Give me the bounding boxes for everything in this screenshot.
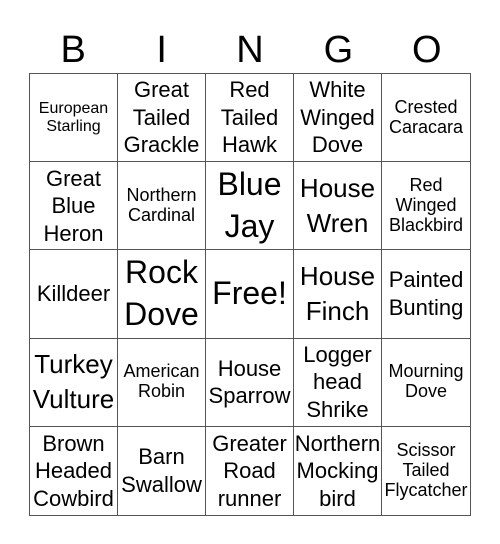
cell-label: European Starling	[38, 100, 109, 135]
bingo-cell[interactable]: Red Winged Blackbird	[382, 162, 470, 251]
bingo-cell[interactable]: Logger head Shrike	[294, 338, 382, 427]
cell-label: Painted Bunting	[388, 267, 464, 320]
cell-label: Northern Cardinal	[126, 184, 197, 225]
free-space-cell[interactable]: Free!	[206, 250, 294, 339]
cell-label: House Sparrow	[208, 355, 291, 409]
cell-label: Turkey Vulture	[32, 349, 115, 415]
bingo-cell[interactable]: European Starling	[30, 74, 118, 163]
bingo-cell[interactable]: Great Tailed Grackle	[118, 74, 206, 163]
bingo-header: B I N G O	[29, 28, 471, 72]
cell-label: Great Blue Heron	[43, 165, 104, 246]
cell-label: Rock Dove	[124, 254, 199, 332]
cell-label: Mourning Dove	[388, 361, 464, 402]
cell-label: Red Tailed Hawk	[220, 77, 279, 158]
cell-label: Red Winged Blackbird	[388, 175, 464, 235]
cell-label: House Finch	[299, 260, 376, 326]
cell-label: Greater Road runner	[212, 430, 287, 511]
bingo-cell[interactable]: Northern Cardinal	[118, 162, 206, 251]
cell-label: American Robin	[123, 361, 200, 402]
bingo-cell[interactable]: Crested Caracara	[382, 74, 470, 163]
bingo-cell[interactable]: Greater Road runner	[206, 426, 294, 515]
cell-label: Logger head Shrike	[303, 341, 372, 422]
cell-label: Great Tailed Grackle	[123, 77, 200, 158]
bingo-cell[interactable]: White Winged Dove	[294, 74, 382, 163]
bingo-cell[interactable]: Scissor Tailed Flycatcher	[382, 427, 470, 515]
cell-label: Scissor Tailed Flycatcher	[384, 440, 468, 500]
header-letter-o: O	[412, 29, 442, 71]
bingo-cell[interactable]: House Wren	[294, 162, 382, 251]
cell-label: Blue Jay	[217, 166, 282, 244]
bingo-cell[interactable]: Great Blue Heron	[30, 162, 118, 251]
header-letter-g: G	[323, 29, 354, 71]
header-letter-b: B	[60, 29, 86, 71]
bingo-cell[interactable]: Killdeer	[30, 250, 118, 339]
cell-label: House Wren	[299, 172, 376, 238]
bingo-cell[interactable]: House Finch	[294, 250, 382, 339]
cell-label: Crested Caracara	[388, 96, 464, 137]
bingo-cell[interactable]: Red Tailed Hawk	[206, 74, 294, 163]
bingo-cell[interactable]: Rock Dove	[118, 250, 206, 339]
cell-label: Brown Headed Cowbird	[33, 430, 114, 511]
header-letter-i: I	[156, 29, 167, 71]
bingo-cell[interactable]: Painted Bunting	[382, 250, 470, 339]
bingo-cell[interactable]: Barn Swallow	[118, 426, 206, 515]
bingo-cell[interactable]: Northern Mocking bird	[294, 426, 382, 515]
bingo-board: European Starling Great Tailed Grackle Red…	[29, 73, 471, 516]
cell-label: Free!	[212, 275, 287, 312]
cell-label: Killdeer	[36, 281, 111, 307]
bingo-cell[interactable]: Blue Jay	[206, 162, 294, 251]
bingo-cell[interactable]: Mourning Dove	[382, 339, 470, 427]
bingo-cell[interactable]: Brown Headed Cowbird	[30, 426, 118, 515]
cell-label: White Winged Dove	[300, 77, 375, 158]
bingo-cell[interactable]: American Robin	[118, 338, 206, 427]
cell-label: Northern Mocking bird	[294, 430, 381, 511]
bingo-cell[interactable]: House Sparrow	[206, 338, 294, 427]
header-letter-n: N	[236, 29, 264, 71]
bingo-cell[interactable]: Turkey Vulture	[30, 338, 118, 427]
cell-label: Barn Swallow	[121, 444, 202, 497]
